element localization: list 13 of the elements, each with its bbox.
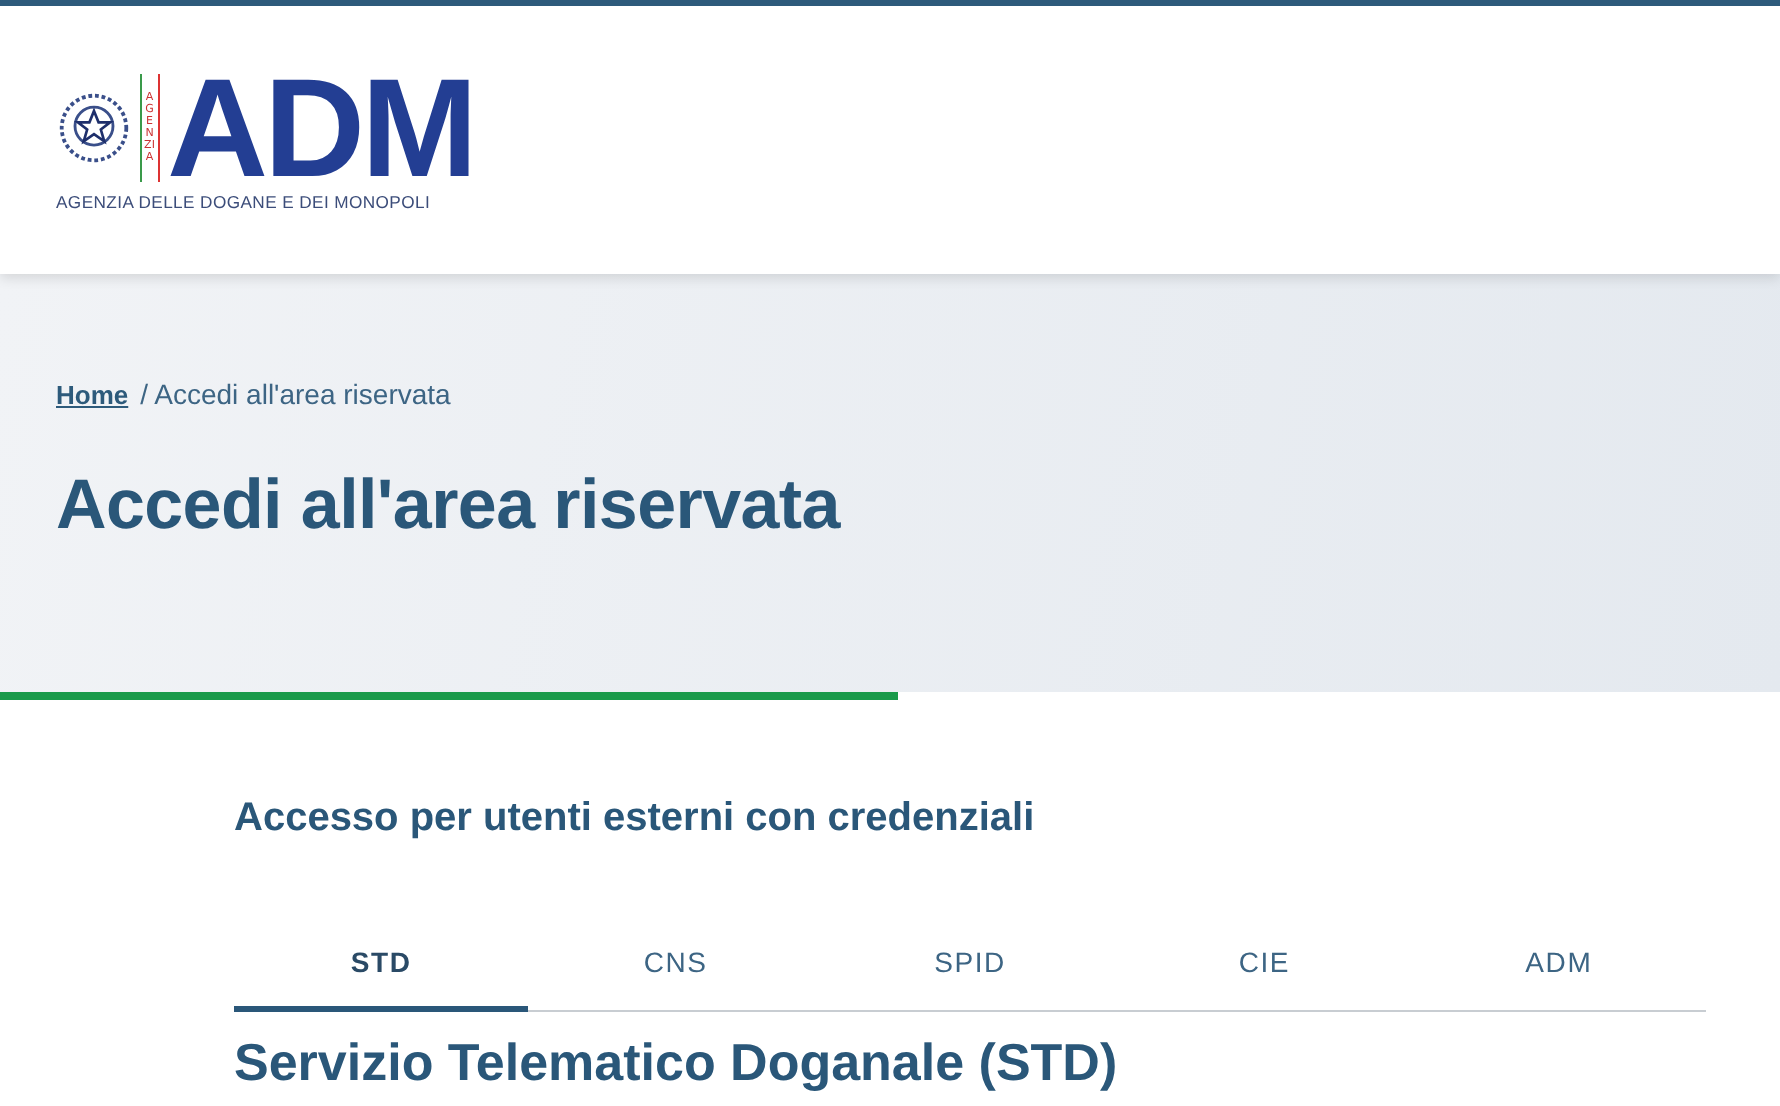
tab[interactable]: CIE (1117, 922, 1412, 1012)
breadcrumb-link[interactable]: Home (56, 380, 129, 410)
logo-subtitle: AGENZIA DELLE DOGANE E DEI MONOPOLI (56, 192, 433, 212)
section-title: Accesso per utenti esterni con credenziali (234, 796, 1037, 842)
tab[interactable]: ADM (1411, 922, 1707, 1012)
panel-title: Servizio Telematico Doganale (STD) (234, 1032, 1120, 1094)
emblem-icon (56, 88, 132, 168)
tab[interactable]: STD (234, 922, 529, 1012)
tab[interactable]: CNS (528, 922, 823, 1012)
tab[interactable]: SPID (822, 922, 1118, 1012)
breadcrumb-current: / Accedi all'area riservata (140, 378, 451, 410)
logo-wordmark: ADM (167, 72, 474, 184)
page-title: Accedi all'area riservata (56, 466, 843, 546)
